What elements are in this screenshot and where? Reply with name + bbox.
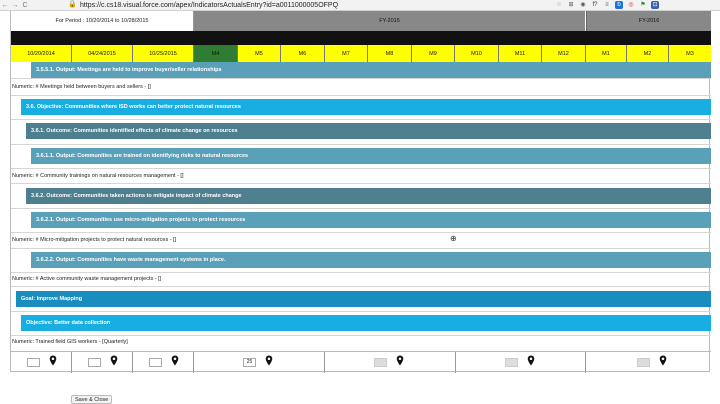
period-header: For Period : 10/20/2014 to 10/28/2015 xyxy=(11,11,194,31)
month-column-header: M9 xyxy=(412,45,455,62)
entry-cell xyxy=(11,352,72,373)
value-entry-row: 25 xyxy=(11,351,711,373)
entry-cell xyxy=(72,352,133,373)
month-column-header: M3 xyxy=(669,45,711,62)
row-divider xyxy=(11,248,711,249)
lock-icon: 🔒 xyxy=(68,1,77,8)
extension-icon[interactable]: ≡ xyxy=(603,1,611,9)
objective-row: Objective: Better data collection xyxy=(21,315,711,331)
row-divider xyxy=(11,78,711,79)
output-row: 3.6.2.2. Output: Communities have waste … xyxy=(31,252,711,268)
month-column-header: M12 xyxy=(542,45,586,62)
header-divider xyxy=(11,31,711,45)
mouse-cursor-icon: ⊕ xyxy=(450,234,457,243)
row-divider xyxy=(11,119,711,120)
entry-cell xyxy=(456,352,586,373)
month-column-header: M2 xyxy=(627,45,669,62)
numeric-indicator: Numeric: # Community trainings on natura… xyxy=(12,173,184,179)
month-column-header: M1 xyxy=(586,45,627,62)
value-input[interactable] xyxy=(149,358,162,367)
numeric-indicator: Numeric: # Active community waste manage… xyxy=(12,276,162,282)
month-column-header: 04/24/2015 xyxy=(72,45,133,62)
map-pin-icon[interactable] xyxy=(395,355,405,366)
output-row: 3.6.2.1. Output: Communities use micro-m… xyxy=(31,212,711,228)
month-column-header: M5 xyxy=(238,45,281,62)
extension-bar: ☆ ⊞ ◉ f? ≡ b ◎ ⚑ ⊡ xyxy=(555,1,659,9)
address-bar[interactable]: https://c.cs18.visual.force.com/apex/Ind… xyxy=(80,2,338,9)
fy2015-header: FY-2015 xyxy=(194,11,585,31)
fy2016-header: FY-2016 xyxy=(586,11,711,31)
outcome-row: 3.6.1. Outcome: Communities identified e… xyxy=(26,123,711,139)
entry-cell xyxy=(133,352,194,373)
entry-cell xyxy=(325,352,456,373)
month-column-header: 10/20/2014 xyxy=(11,45,72,62)
month-columns: 10/20/2014 04/24/2015 10/25/2015 M4 M5 M6 M7 M8… xyxy=(11,45,711,62)
extension-icon[interactable]: ⊡ xyxy=(651,1,659,9)
row-divider xyxy=(11,208,711,209)
indicators-grid: For Period : 10/20/2014 to 10/28/2015 FY… xyxy=(10,11,711,373)
output-row: 3.5.5.1. Output: Meetings are held to im… xyxy=(31,62,711,78)
value-input[interactable]: 25 xyxy=(243,358,256,367)
back-button[interactable]: ← xyxy=(0,2,10,9)
row-divider xyxy=(11,144,711,145)
map-pin-icon[interactable] xyxy=(526,355,536,366)
value-input-disabled xyxy=(505,358,518,367)
month-column-header: M7 xyxy=(325,45,368,62)
numeric-indicator: Numeric: Trained field GIS workers - [Qu… xyxy=(12,339,128,345)
entry-cell: 25 xyxy=(194,352,325,373)
outcome-row: 3.6.2. Outcome: Communities taken action… xyxy=(26,188,711,204)
row-divider xyxy=(11,232,711,233)
map-pin-icon[interactable] xyxy=(170,355,180,366)
forward-button[interactable]: → xyxy=(10,2,20,9)
extension-icon[interactable]: ⊞ xyxy=(567,1,575,9)
row-divider xyxy=(11,335,711,336)
row-divider xyxy=(11,272,711,273)
value-input[interactable] xyxy=(27,358,40,367)
goal-row: Goal: Improve Mapping xyxy=(16,291,711,307)
row-divider xyxy=(11,95,711,96)
extension-icon[interactable]: ◉ xyxy=(579,1,587,9)
map-pin-icon[interactable] xyxy=(48,355,58,366)
browser-toolbar: ← → C 🔒 https://c.cs18.visual.force.com/… xyxy=(0,0,720,11)
row-divider xyxy=(11,168,711,169)
month-column-header: M4 xyxy=(194,45,238,62)
map-pin-icon[interactable] xyxy=(658,355,668,366)
value-input[interactable] xyxy=(88,358,101,367)
extension-icon[interactable]: ◎ xyxy=(627,1,635,9)
extension-icon[interactable]: f? xyxy=(591,1,599,9)
row-divider xyxy=(11,183,711,184)
objective-row: 3.6. Objective: Communities where ISD wo… xyxy=(21,99,711,115)
value-input-disabled xyxy=(374,358,387,367)
extension-icon[interactable]: b xyxy=(615,1,623,9)
value-input-disabled xyxy=(637,358,650,367)
numeric-indicator: Numeric: # Micro-mitigation projects to … xyxy=(12,237,177,243)
month-column-header: M6 xyxy=(281,45,325,62)
bookmark-star-icon[interactable]: ☆ xyxy=(555,1,563,9)
row-divider xyxy=(11,286,711,287)
row-divider xyxy=(11,311,711,312)
output-row: 3.6.1.1. Output: Communities are trained… xyxy=(31,148,711,164)
month-column-header: M8 xyxy=(368,45,412,62)
month-column-header: 10/25/2015 xyxy=(133,45,194,62)
map-pin-icon[interactable] xyxy=(109,355,119,366)
month-column-header: M10 xyxy=(455,45,499,62)
map-pin-icon[interactable] xyxy=(264,355,274,366)
extension-icon[interactable]: ⚑ xyxy=(639,1,647,9)
save-close-button[interactable]: Save & Close xyxy=(71,395,113,404)
entry-cell xyxy=(586,352,711,373)
month-column-header: M11 xyxy=(499,45,542,62)
reload-button[interactable]: C xyxy=(20,2,30,9)
numeric-indicator: Numeric: # Meetings held between buyers … xyxy=(12,84,151,90)
